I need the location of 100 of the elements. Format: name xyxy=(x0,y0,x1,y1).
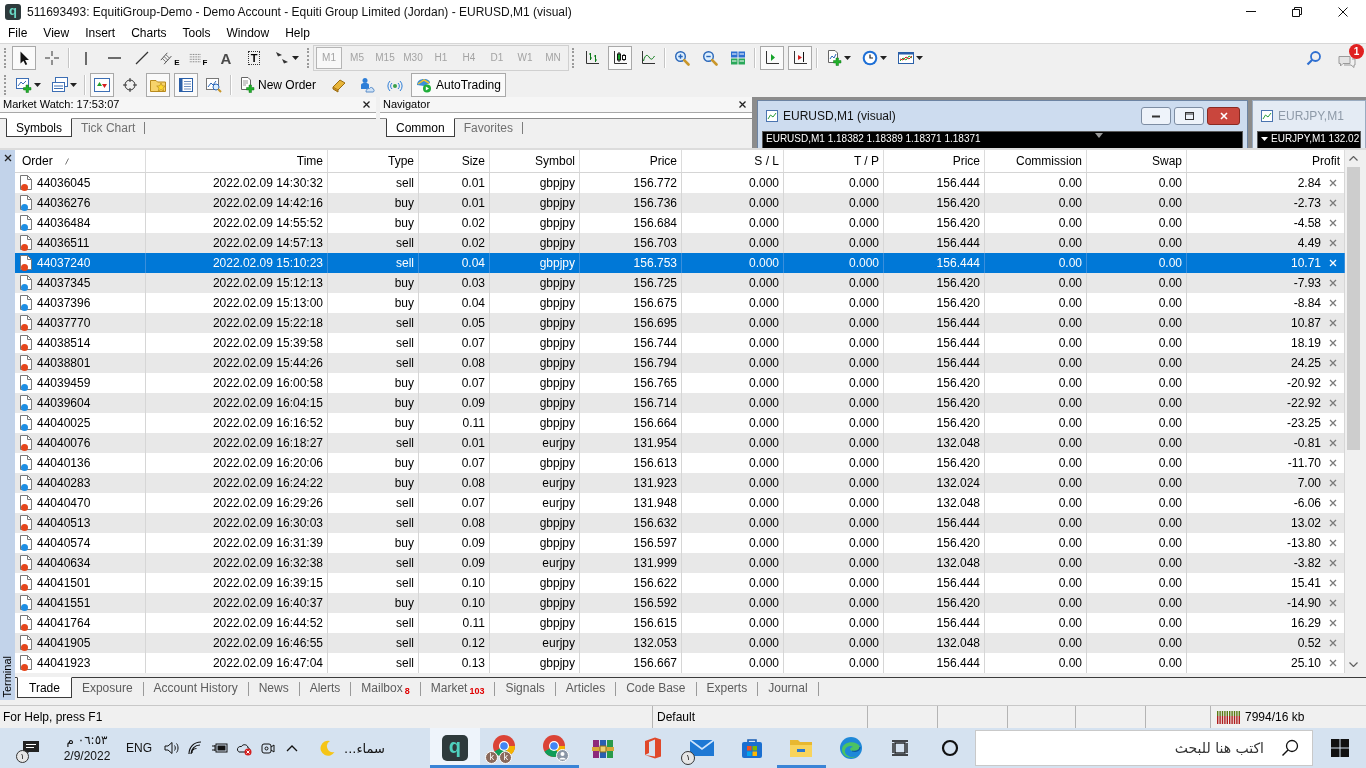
chevron-up-icon[interactable] xyxy=(286,744,298,752)
new-order-button[interactable]: New Order xyxy=(236,73,319,96)
terminal-tab[interactable]: Journal xyxy=(758,678,818,698)
search-icon[interactable] xyxy=(1306,50,1322,66)
panel-tab[interactable]: Symbols xyxy=(6,118,72,137)
arrows-icon xyxy=(273,50,290,66)
column-header[interactable]: Order xyxy=(15,150,146,172)
close-button[interactable] xyxy=(1207,107,1240,125)
column-header[interactable]: Time xyxy=(146,150,328,172)
panel-tab[interactable]: Favorites xyxy=(454,119,523,137)
column-header[interactable]: Price xyxy=(884,150,985,172)
terminal-tab[interactable]: Alerts xyxy=(299,678,351,698)
menu-item[interactable]: View xyxy=(35,23,78,43)
table-row[interactable]: 44037345 2022.02.09 15:12:13 buy 0.03 gbpjpy 156.725 0.000 0.000 156.420 0.00 0.00 -7.93 xyxy=(15,273,1345,293)
table-row[interactable]: 44040076 2022.02.09 16:18:27 sell 0.01 eurjpy 131.954 0.000 0.000 132.048 0.00 0.00 -0.81 xyxy=(15,433,1345,453)
chart-shift-button[interactable] xyxy=(760,46,784,70)
table-row[interactable]: 44040513 2022.02.09 16:30:03 sell 0.08 gbpjpy 156.632 0.000 0.000 156.444 0.00 0.00 13.02 xyxy=(15,513,1345,533)
panel-title: Market Watch: 17:53:07 xyxy=(3,99,120,110)
menu-item[interactable]: Charts xyxy=(123,23,175,43)
menu-item[interactable]: Insert xyxy=(77,23,124,43)
table-row[interactable]: 44038801 2022.02.09 15:44:26 sell 0.08 gbpjpy 156.794 0.000 0.000 156.444 0.00 0.00 24.25 xyxy=(15,353,1345,373)
unread-count: 103 xyxy=(469,687,485,696)
volume-icon[interactable] xyxy=(164,740,180,756)
column-header[interactable]: T / P xyxy=(784,150,884,172)
table-row[interactable]: 44036276 2022.02.09 14:42:16 buy 0.01 gbpjpy 156.736 0.000 0.000 156.420 0.00 0.00 -2.73 xyxy=(15,193,1345,213)
column-header[interactable]: Price xyxy=(580,150,682,172)
windows-logo-icon xyxy=(1330,739,1349,757)
column-header[interactable]: Type xyxy=(328,150,419,172)
chat-icon[interactable] xyxy=(1338,55,1356,69)
caret-icon xyxy=(1261,137,1268,141)
terminal-button[interactable] xyxy=(174,72,198,97)
column-header[interactable]: Symbol xyxy=(490,150,580,172)
terminal-tab[interactable]: Account History xyxy=(143,678,248,698)
trendline-icon xyxy=(134,50,150,66)
menu-item[interactable]: Window xyxy=(218,23,278,43)
terminal-tab[interactable]: News xyxy=(248,678,299,698)
table-cell: 156.667 xyxy=(580,653,682,673)
table-row[interactable]: 44040283 2022.02.09 16:24:22 buy 0.08 eurjpy 131.923 0.000 0.000 132.024 0.00 0.00 7.00 xyxy=(15,473,1345,493)
taskbar-app[interactable]: ١ xyxy=(677,728,727,768)
cursor-button[interactable] xyxy=(12,46,36,70)
task-view-icon[interactable] xyxy=(891,739,910,757)
battery-plug-icon[interactable] xyxy=(212,740,228,756)
market-watch-button[interactable] xyxy=(90,72,114,97)
document-plus-icon xyxy=(239,76,255,93)
fibonacci-button[interactable]: F xyxy=(186,46,210,70)
circle-icon[interactable] xyxy=(940,739,959,757)
window-list-icon xyxy=(178,76,194,93)
close-icon[interactable] xyxy=(363,101,370,108)
candlestick-button[interactable] xyxy=(608,46,632,70)
channel-button[interactable]: E xyxy=(158,46,182,70)
wifi-icon[interactable] xyxy=(188,740,204,756)
taskbar-app[interactable]: k k xyxy=(479,728,529,768)
table-cell: 44038801 xyxy=(37,357,91,369)
autoscroll-button[interactable] xyxy=(788,46,812,70)
taskbar-app[interactable]: q xyxy=(430,728,480,768)
column-header[interactable]: Commission xyxy=(985,150,1087,172)
column-header[interactable]: Size xyxy=(419,150,490,172)
close-icon[interactable] xyxy=(3,154,12,162)
language-indicator[interactable]: ENG xyxy=(122,742,156,754)
scrollbar-thumb[interactable] xyxy=(1347,167,1360,450)
weather-widget[interactable]: سماء... xyxy=(318,739,385,757)
terminal-tab[interactable]: Exposure xyxy=(71,678,143,698)
envelope-icon xyxy=(689,738,716,758)
action-center-button[interactable]: ١ xyxy=(16,733,46,763)
menu-item[interactable]: Tools xyxy=(174,23,219,43)
search-field[interactable]: اكتب هنا للبحث xyxy=(975,730,1313,766)
autotrading-button[interactable]: AutoTrading xyxy=(411,72,506,97)
terminal-tab[interactable]: Trade xyxy=(17,677,72,698)
navigator-button[interactable] xyxy=(146,72,170,97)
terminal-tab[interactable]: Signals xyxy=(495,678,555,698)
table-row[interactable]: 44039604 2022.02.09 16:04:15 buy 0.09 gbpjpy 156.714 0.000 0.000 156.420 0.00 0.00 -22.92 xyxy=(15,393,1345,413)
column-header[interactable]: Swap xyxy=(1087,150,1187,172)
person-cloud-icon[interactable] xyxy=(359,76,375,93)
menu-item[interactable]: File xyxy=(0,23,36,43)
terminal-tab[interactable]: Experts xyxy=(696,678,758,698)
camera-icon[interactable] xyxy=(260,740,276,756)
column-header[interactable]: S / L xyxy=(682,150,784,172)
templates-icon xyxy=(897,50,914,66)
table-row[interactable]: 44040634 2022.02.09 16:32:38 sell 0.09 eurjpy 131.999 0.000 0.000 132.048 0.00 0.00 -3.82 xyxy=(15,553,1345,573)
menu-item[interactable]: Help xyxy=(277,23,318,43)
vertical-scrollbar[interactable] xyxy=(1345,150,1362,673)
panel-tab[interactable]: Tick Chart xyxy=(72,119,145,137)
avatar-initial: k xyxy=(485,751,499,764)
panel-tab[interactable]: Common xyxy=(386,118,455,137)
clock-icon xyxy=(861,50,878,66)
terminal-tab[interactable]: Articles xyxy=(555,678,616,698)
chart-window[interactable]: EURUSD,M1 (visual) EURUSD,M1 1.18382 1.18389 1.18371 1.18371 xyxy=(757,100,1248,148)
terminal-tab[interactable]: Code Base xyxy=(616,678,696,698)
text-button[interactable]: A xyxy=(214,46,238,70)
text-label-button[interactable]: T xyxy=(242,46,266,70)
close-icon[interactable] xyxy=(739,101,746,108)
table-row[interactable]: 44041905 2022.02.09 16:46:55 sell 0.12 eurjpy 132.053 0.000 0.000 132.048 0.00 0.00 0.52 xyxy=(15,633,1345,653)
table-row[interactable]: 44037240 2022.02.09 15:10:23 sell 0.04 gbpjpy 156.753 0.000 0.000 156.444 0.00 0.00 10.71 xyxy=(15,253,1345,273)
table-row[interactable]: 44037770 2022.02.09 15:22:18 sell 0.05 gbpjpy 156.695 0.000 0.000 156.444 0.00 0.00 10.87 xyxy=(15,313,1345,333)
restore-button[interactable] xyxy=(1174,107,1204,125)
chart-info: EURJPY,M1 132.02 xyxy=(1271,133,1360,145)
table-row[interactable]: 44036511 2022.02.09 14:57:13 sell 0.02 gbpjpy 156.703 0.000 0.000 156.444 0.00 0.00 4.49 xyxy=(15,233,1345,253)
table-row[interactable]: 44041551 2022.02.09 16:40:37 buy 0.10 gbpjpy 156.592 0.000 0.000 156.420 0.00 0.00 -14.90 xyxy=(15,593,1345,613)
chart-window[interactable]: EURJPY,M1 EURJPY,M1 132.02 xyxy=(1252,100,1366,148)
scroll-up-icon xyxy=(1349,156,1358,161)
